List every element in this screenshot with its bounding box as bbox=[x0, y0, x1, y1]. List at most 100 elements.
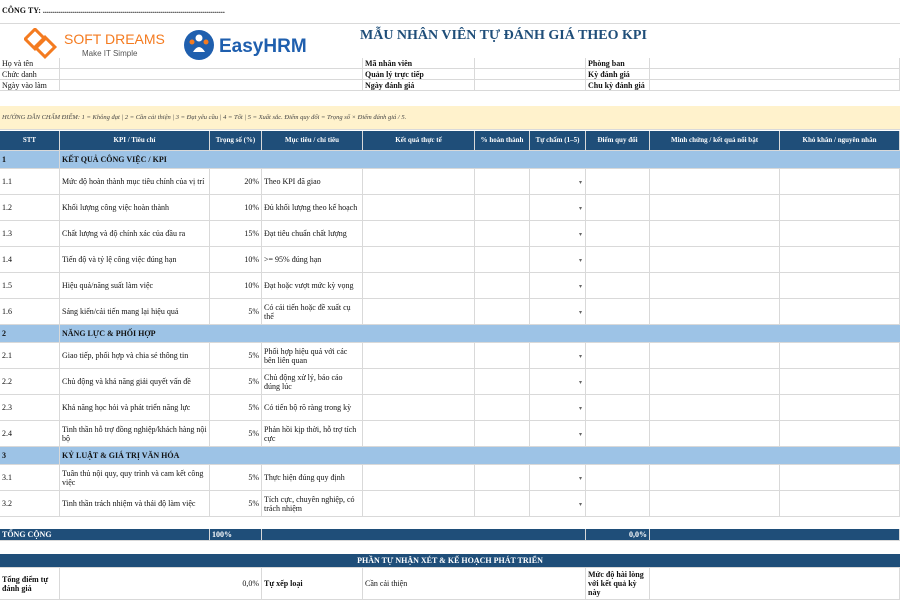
satisfaction-field[interactable] bbox=[650, 568, 900, 600]
col-evidence-cell[interactable] bbox=[650, 247, 780, 273]
col-difficulty-cell[interactable] bbox=[780, 491, 900, 517]
col-actual-cell[interactable] bbox=[363, 299, 475, 325]
dropdown-arrow-icon[interactable]: ▾ bbox=[579, 179, 582, 188]
dropdown-arrow-icon[interactable]: ▾ bbox=[579, 309, 582, 318]
dropdown-arrow-icon[interactable]: ▾ bbox=[579, 353, 582, 362]
field-manager[interactable] bbox=[475, 69, 586, 80]
col-target-cell: Đủ khối lượng theo kế hoạch bbox=[262, 195, 363, 221]
col-converted-cell[interactable] bbox=[586, 273, 650, 299]
col-self-score-cell[interactable]: ▾ bbox=[530, 369, 586, 395]
col-self-score-cell[interactable]: ▾ bbox=[530, 465, 586, 491]
field-period[interactable] bbox=[650, 69, 900, 80]
col-converted-cell[interactable] bbox=[586, 247, 650, 273]
col-actual-cell[interactable] bbox=[363, 465, 475, 491]
col-percent-cell[interactable] bbox=[475, 247, 530, 273]
col-difficulty-cell[interactable] bbox=[780, 247, 900, 273]
col-kpi-cell: Sáng kiến/cải tiến mang lại hiệu quả bbox=[60, 299, 210, 325]
col-percent-cell[interactable] bbox=[475, 169, 530, 195]
col-evidence-cell[interactable] bbox=[650, 369, 780, 395]
col-self-score-cell[interactable]: ▾ bbox=[530, 247, 586, 273]
col-evidence-cell[interactable] bbox=[650, 169, 780, 195]
col-evidence-cell[interactable] bbox=[650, 465, 780, 491]
col-percent-cell[interactable] bbox=[475, 395, 530, 421]
col-percent-cell[interactable] bbox=[475, 465, 530, 491]
dropdown-arrow-icon[interactable]: ▾ bbox=[579, 431, 582, 440]
review-header: PHẦN TỰ NHẬN XÉT & KẾ HOẠCH PHÁT TRIỂN bbox=[0, 554, 900, 568]
col-converted-cell[interactable] bbox=[586, 221, 650, 247]
col-actual-cell[interactable] bbox=[363, 421, 475, 447]
col-converted-cell[interactable] bbox=[586, 491, 650, 517]
col-percent-cell[interactable] bbox=[475, 421, 530, 447]
col-self-score-cell[interactable]: ▾ bbox=[530, 195, 586, 221]
field-department[interactable] bbox=[650, 58, 900, 69]
col-self-score-cell[interactable]: ▾ bbox=[530, 421, 586, 447]
field-cycle[interactable] bbox=[650, 80, 900, 91]
col-self-score-cell[interactable]: ▾ bbox=[530, 221, 586, 247]
col-difficulty-cell[interactable] bbox=[780, 299, 900, 325]
col-converted-cell[interactable] bbox=[586, 195, 650, 221]
field-employee-id[interactable] bbox=[475, 58, 586, 69]
col-percent-cell[interactable] bbox=[475, 299, 530, 325]
col-converted-cell[interactable] bbox=[586, 369, 650, 395]
col-difficulty-cell[interactable] bbox=[780, 273, 900, 299]
col-evidence-cell[interactable] bbox=[650, 395, 780, 421]
col-self-score-cell[interactable]: ▾ bbox=[530, 169, 586, 195]
col-converted-cell[interactable] bbox=[586, 169, 650, 195]
col-percent-cell[interactable] bbox=[475, 369, 530, 395]
dropdown-arrow-icon[interactable]: ▾ bbox=[579, 405, 582, 414]
col-converted-cell[interactable] bbox=[586, 465, 650, 491]
col-percent-cell[interactable] bbox=[475, 195, 530, 221]
col-converted-cell[interactable] bbox=[586, 395, 650, 421]
col-evidence-cell[interactable] bbox=[650, 343, 780, 369]
col-difficulty-cell[interactable] bbox=[780, 221, 900, 247]
col-evidence-cell[interactable] bbox=[650, 491, 780, 517]
header-col-weight: Trọng số (%) bbox=[210, 131, 262, 151]
col-self-score-cell[interactable]: ▾ bbox=[530, 491, 586, 517]
field-start-date[interactable] bbox=[60, 80, 363, 91]
col-actual-cell[interactable] bbox=[363, 491, 475, 517]
col-actual-cell[interactable] bbox=[363, 343, 475, 369]
col-difficulty-cell[interactable] bbox=[780, 421, 900, 447]
col-actual-cell[interactable] bbox=[363, 169, 475, 195]
col-converted-cell[interactable] bbox=[586, 343, 650, 369]
dropdown-arrow-icon[interactable]: ▾ bbox=[579, 257, 582, 266]
col-actual-cell[interactable] bbox=[363, 195, 475, 221]
col-self-score-cell[interactable]: ▾ bbox=[530, 395, 586, 421]
col-percent-cell[interactable] bbox=[475, 343, 530, 369]
col-evidence-cell[interactable] bbox=[650, 299, 780, 325]
col-percent-cell[interactable] bbox=[475, 273, 530, 299]
col-percent-cell[interactable] bbox=[475, 491, 530, 517]
field-position[interactable] bbox=[60, 69, 363, 80]
dropdown-arrow-icon[interactable]: ▾ bbox=[579, 231, 582, 240]
col-difficulty-cell[interactable] bbox=[780, 465, 900, 491]
col-difficulty-cell[interactable] bbox=[780, 169, 900, 195]
col-actual-cell[interactable] bbox=[363, 273, 475, 299]
dropdown-arrow-icon[interactable]: ▾ bbox=[579, 283, 582, 292]
col-difficulty-cell[interactable] bbox=[780, 369, 900, 395]
col-actual-cell[interactable] bbox=[363, 247, 475, 273]
col-evidence-cell[interactable] bbox=[650, 195, 780, 221]
col-self-score-cell[interactable]: ▾ bbox=[530, 273, 586, 299]
col-actual-cell[interactable] bbox=[363, 221, 475, 247]
dropdown-arrow-icon[interactable]: ▾ bbox=[579, 379, 582, 388]
col-difficulty-cell[interactable] bbox=[780, 343, 900, 369]
col-evidence-cell[interactable] bbox=[650, 421, 780, 447]
col-actual-cell[interactable] bbox=[363, 395, 475, 421]
col-actual-cell[interactable] bbox=[363, 369, 475, 395]
col-difficulty-cell[interactable] bbox=[780, 395, 900, 421]
dropdown-arrow-icon[interactable]: ▾ bbox=[579, 501, 582, 510]
col-difficulty-cell[interactable] bbox=[780, 195, 900, 221]
field-full-name[interactable] bbox=[60, 58, 363, 69]
section-number: 3 bbox=[0, 447, 60, 465]
col-evidence-cell[interactable] bbox=[650, 273, 780, 299]
field-eval-date[interactable] bbox=[475, 80, 586, 91]
col-self-score-cell[interactable]: ▾ bbox=[530, 343, 586, 369]
col-percent-cell[interactable] bbox=[475, 221, 530, 247]
col-evidence-cell[interactable] bbox=[650, 221, 780, 247]
col-target-cell: Có cải tiến hoặc đề xuất cụ thể bbox=[262, 299, 363, 325]
col-converted-cell[interactable] bbox=[586, 299, 650, 325]
dropdown-arrow-icon[interactable]: ▾ bbox=[579, 205, 582, 214]
dropdown-arrow-icon[interactable]: ▾ bbox=[579, 475, 582, 484]
col-converted-cell[interactable] bbox=[586, 421, 650, 447]
col-self-score-cell[interactable]: ▾ bbox=[530, 299, 586, 325]
